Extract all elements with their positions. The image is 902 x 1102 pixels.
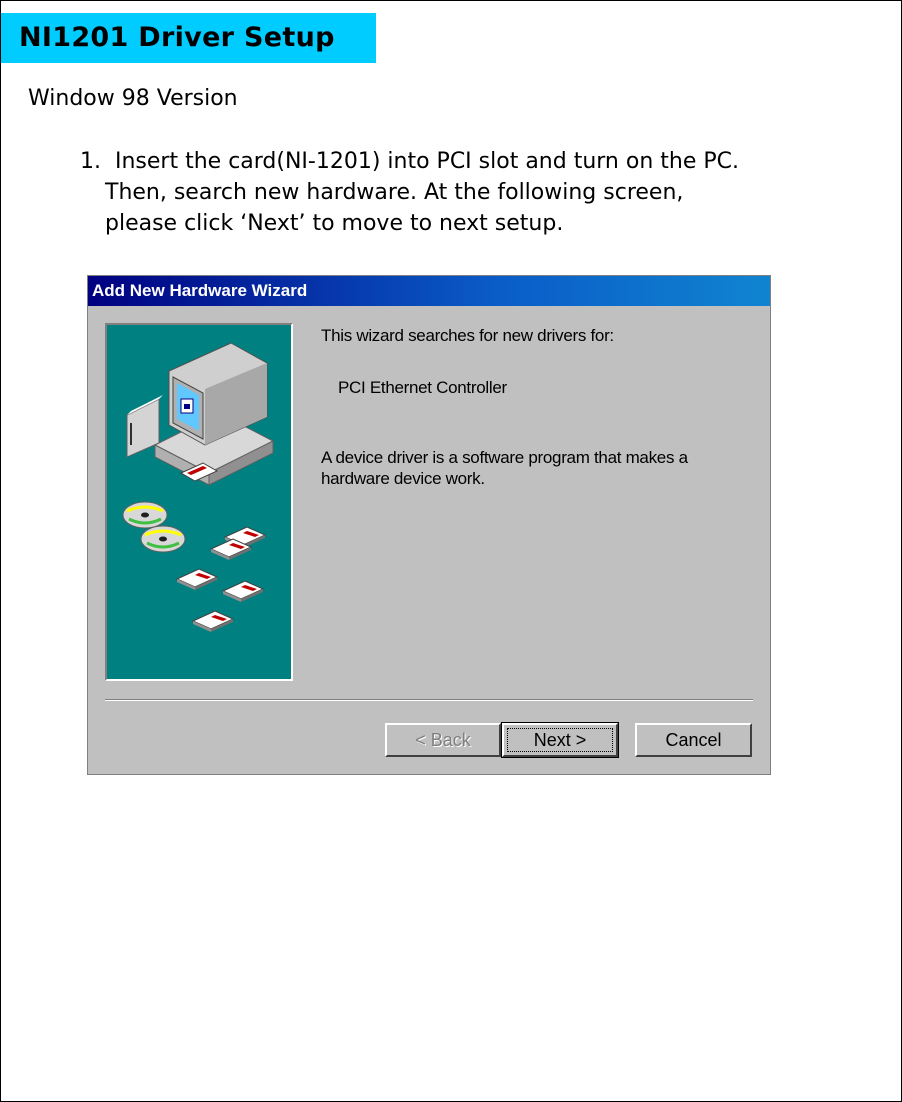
computer-icon xyxy=(126,342,275,486)
cd-icon xyxy=(122,501,186,553)
next-button[interactable]: Next > xyxy=(501,722,619,758)
driver-description-line-1: A device driver is a software program th… xyxy=(321,448,688,467)
step-text-3: please click ‘Next’ to move to next setu… xyxy=(105,211,564,236)
add-new-hardware-wizard-dialog: Add New Hardware Wizard This wizard sear… xyxy=(87,275,771,775)
next-button-label: Next > xyxy=(506,728,614,752)
page-title: NI1201 Driver Setup xyxy=(19,22,335,53)
wizard-illustration xyxy=(105,323,293,681)
back-button[interactable]: < Back xyxy=(385,723,501,757)
step-text-1: Insert the card(NI-1201) into PCI slot a… xyxy=(115,149,739,174)
wizard-illustration-art xyxy=(122,342,275,632)
button-separator xyxy=(105,699,753,701)
step-line-1: 1. Insert the card(NI-1201) into PCI slo… xyxy=(80,146,739,177)
title-banner: NI1201 Driver Setup xyxy=(1,13,376,63)
step-text-2: Then, search new hardware. At the follow… xyxy=(105,180,684,205)
driver-description-line-2: hardware device work. xyxy=(321,469,485,488)
cancel-button[interactable]: Cancel xyxy=(635,723,752,757)
step-number: 1. xyxy=(80,149,101,174)
dialog-title: Add New Hardware Wizard xyxy=(92,281,308,300)
wizard-intro-text: This wizard searches for new drivers for… xyxy=(321,326,614,345)
os-version-label: Window 98 Version xyxy=(28,86,238,111)
step-instruction: 1. Insert the card(NI-1201) into PCI slo… xyxy=(80,146,739,239)
device-name: PCI Ethernet Controller xyxy=(338,378,507,397)
dialog-title-bar: Add New Hardware Wizard xyxy=(88,276,770,306)
floppy-disk-icon xyxy=(175,526,267,632)
